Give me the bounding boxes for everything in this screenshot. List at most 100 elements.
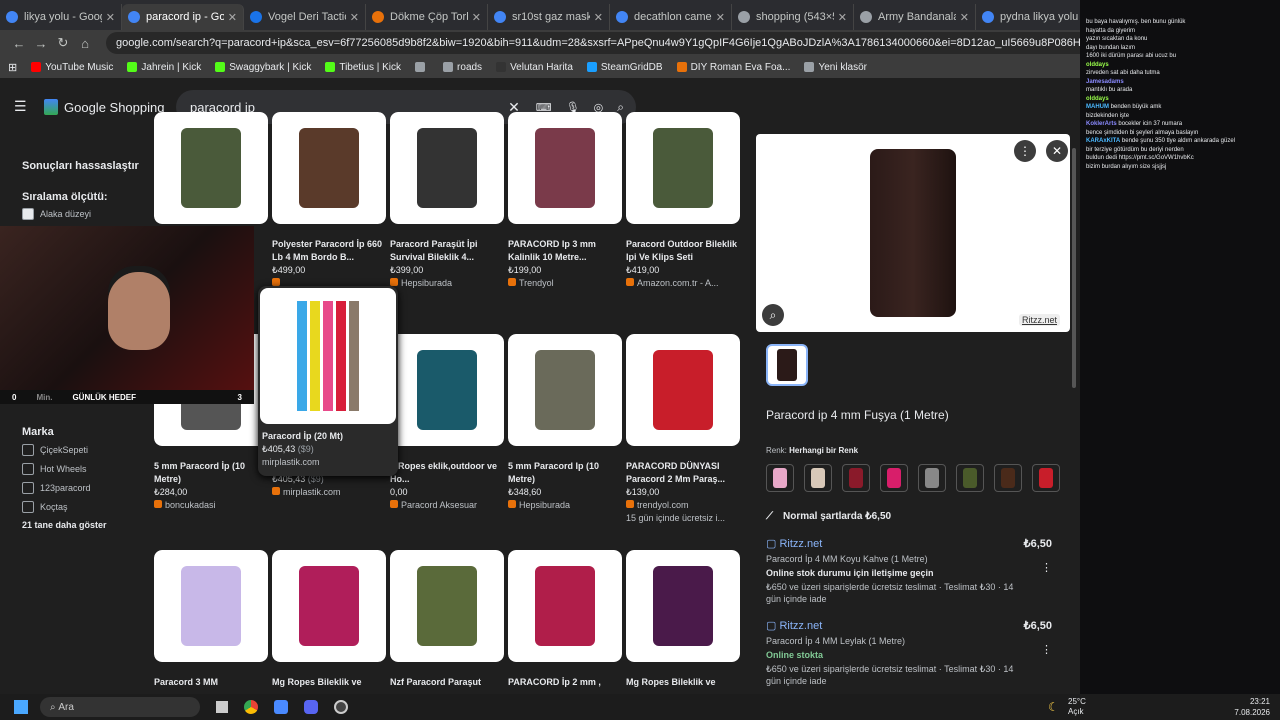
product-card[interactable] [508, 112, 622, 224]
checkbox-icon[interactable] [22, 463, 34, 475]
bookmark-5[interactable]: roads [443, 62, 482, 73]
tab-1[interactable]: paracord ip - Google ✕ [122, 4, 244, 30]
product-image[interactable] [508, 112, 622, 224]
checkbox-icon[interactable] [22, 444, 34, 456]
product-image[interactable] [626, 112, 740, 224]
bookmark-1[interactable]: Jahrein | Kick [127, 62, 201, 73]
show-more-brands[interactable]: 21 tane daha göster [22, 520, 107, 530]
product-image[interactable]: ⋮ ✕ ⌕ Ritzz.net [756, 134, 1070, 332]
product-title[interactable]: Mg Ropes Bileklik ve [626, 676, 744, 689]
brand-option[interactable]: ÇiçekSepeti [22, 444, 88, 456]
product-image[interactable] [390, 112, 504, 224]
product-title[interactable]: PARACORD İp 2 mm , [508, 676, 626, 689]
product-title[interactable]: g Ropes eklik,outdoor ve Ho... [390, 460, 508, 486]
product-image[interactable] [154, 550, 268, 662]
chat-username[interactable]: KARAxKITA [1086, 138, 1120, 144]
back-icon[interactable]: ← [8, 36, 30, 51]
product-caption[interactable]: Paracord Outdoor Bileklik Ipi Ve Klips S… [626, 238, 744, 290]
tab-3[interactable]: Dökme Çöp Torbası D ✕ [366, 4, 488, 30]
home-icon[interactable]: ⌂ [74, 36, 96, 51]
product-image[interactable] [390, 550, 504, 662]
chat-username[interactable]: Jamesadams [1086, 79, 1124, 85]
image-source-label[interactable]: Ritzz.net [1018, 314, 1060, 326]
detail-scrollbar[interactable] [1070, 134, 1078, 694]
offer-more-icon[interactable]: ⋮ [1041, 562, 1052, 574]
bookmark-6[interactable]: Velutan Harita [496, 62, 573, 73]
hover-product-image[interactable] [260, 288, 396, 424]
product-caption[interactable]: Mg Ropes Bileklik ve [626, 676, 744, 689]
tab-close-icon[interactable]: ✕ [350, 11, 359, 24]
product-image[interactable] [626, 550, 740, 662]
tab-close-icon[interactable]: ✕ [106, 11, 115, 24]
scroll-thumb[interactable] [1072, 148, 1076, 388]
tab-close-icon[interactable]: ✕ [228, 11, 237, 24]
thumbnail-selected[interactable] [766, 344, 808, 386]
app-icon[interactable] [274, 700, 288, 714]
tab-close-icon[interactable]: ✕ [838, 11, 847, 24]
url-field[interactable]: google.com/search?q=paracord+ip&sca_esv=… [106, 32, 1250, 54]
chrome-icon[interactable] [244, 700, 258, 714]
product-card[interactable] [508, 550, 622, 662]
checkbox-checked-icon[interactable] [22, 208, 34, 220]
chat-username[interactable]: olddays [1086, 96, 1109, 102]
product-card[interactable] [390, 334, 504, 446]
chat-username[interactable]: MAHUM [1086, 104, 1109, 110]
color-swatch[interactable] [766, 464, 794, 492]
product-card[interactable] [390, 550, 504, 662]
discord-icon[interactable] [304, 700, 318, 714]
taskbar-search[interactable]: ⌕ Ara [40, 697, 200, 717]
brand-heading[interactable]: Marka [22, 426, 54, 438]
product-caption[interactable]: PARACORD DÜNYASI Paracord 2 Mm Paraş... ₺… [626, 460, 744, 525]
obs-icon[interactable] [334, 700, 348, 714]
reload-icon[interactable]: ↻ [52, 35, 74, 51]
bookmark-8[interactable]: DIY Roman Eva Foa... [676, 62, 790, 73]
zoom-icon[interactable]: ⌕ [762, 304, 784, 326]
checkbox-icon[interactable] [22, 501, 34, 513]
color-swatch[interactable] [804, 464, 832, 492]
product-title[interactable]: Mg Ropes Bileklik ve [272, 676, 390, 689]
offer-card[interactable]: ▢ Ritzz.net ₺6,50 Paracord İp 4 MM Leylak… [766, 620, 1052, 687]
color-swatch[interactable] [880, 464, 908, 492]
tab-close-icon[interactable]: ✕ [472, 11, 481, 24]
product-caption[interactable]: Paracord Paraşüt İpi Survival Bileklik 4… [390, 238, 508, 290]
chat-username[interactable]: KoklerArts [1086, 121, 1117, 127]
relevance-option[interactable]: Alaka düzeyi [22, 208, 91, 220]
product-card[interactable] [272, 550, 386, 662]
product-caption[interactable]: PARACORD İp 2 mm , [508, 676, 626, 689]
more-options-icon[interactable]: ⋮ [1014, 140, 1036, 162]
product-title[interactable]: Paracord Paraşüt İpi Survival Bileklik 4… [390, 238, 508, 264]
color-swatch[interactable] [918, 464, 946, 492]
brand-option[interactable]: Koçtaş [22, 501, 68, 513]
tab-close-icon[interactable]: ✕ [960, 11, 969, 24]
hover-product-card[interactable]: Paracord İp (20 Mt) ₺405,43 ($9) mirplasti… [258, 286, 398, 476]
windows-start-icon[interactable] [14, 700, 28, 714]
product-title[interactable]: 5 mm Paracord İp (10 Metre) [154, 460, 272, 486]
product-image[interactable] [272, 112, 386, 224]
offer-card[interactable]: ▢ Ritzz.net ₺6,50 Paracord İp 4 MM Koyu K… [766, 538, 1052, 605]
color-swatch[interactable] [1032, 464, 1060, 492]
file-explorer-icon[interactable] [216, 701, 228, 713]
product-image[interactable] [154, 112, 268, 224]
product-image[interactable] [272, 550, 386, 662]
weather-icon[interactable]: ☾ [1048, 700, 1059, 714]
product-title[interactable]: 5 mm Paracord Ip (10 Metre) [508, 460, 626, 486]
chat-username[interactable]: olddays [1086, 62, 1109, 68]
product-card[interactable] [626, 334, 740, 446]
menu-icon[interactable]: ☰ [14, 98, 27, 115]
product-caption[interactable]: 5 mm Paracord İp (10 Metre) ₺284,00 boncu… [154, 460, 272, 512]
bookmark-4[interactable] [415, 62, 429, 72]
tab-0[interactable]: likya yolu - Google'da Ar ✕ [0, 4, 122, 30]
hover-title[interactable]: Paracord İp (20 Mt) [262, 430, 394, 443]
checkbox-icon[interactable] [22, 482, 34, 494]
clock[interactable]: 23:21 7.08.2026 [1234, 696, 1270, 718]
product-caption[interactable]: PARACORD Ip 3 mm Kalinlik 10 Metre... ₺19… [508, 238, 626, 290]
bookmark-3[interactable]: Tibetius | Kick [325, 62, 401, 73]
product-caption[interactable]: Paracord 3 MM [154, 676, 272, 689]
brand-option[interactable]: 123paracord [22, 482, 91, 494]
tab-7[interactable]: Army Bandanalar « T ✕ [854, 4, 976, 30]
product-title[interactable]: Paracord Outdoor Bileklik Ipi Ve Klips S… [626, 238, 744, 264]
weather-info[interactable]: 25°C Açık [1068, 697, 1086, 717]
product-caption[interactable]: 5 mm Paracord Ip (10 Metre) ₺348,60 Hepsi… [508, 460, 626, 512]
product-caption[interactable]: Nzf Paracord Paraşut [390, 676, 508, 689]
forward-icon[interactable]: → [30, 36, 52, 51]
